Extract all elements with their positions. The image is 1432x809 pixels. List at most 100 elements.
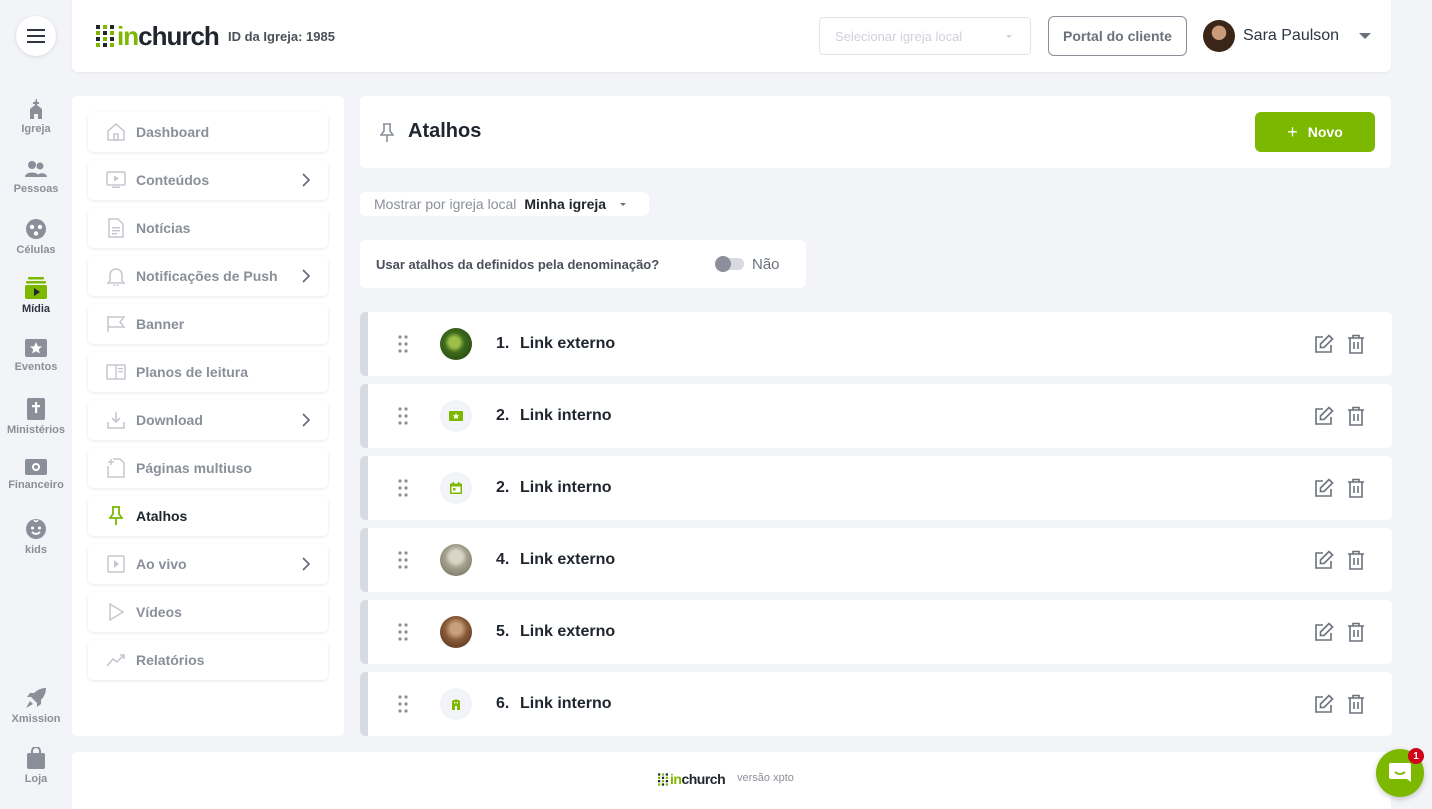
kids-icon: [26, 519, 46, 539]
trash-icon[interactable]: [1347, 406, 1365, 426]
rail-item-loja[interactable]: Loja: [0, 747, 72, 785]
denomination-toggle-switch[interactable]: [715, 256, 744, 272]
client-portal-button[interactable]: Portal do cliente: [1048, 16, 1187, 56]
submenu-item-dashboard[interactable]: Dashboard: [88, 112, 328, 152]
trash-icon[interactable]: [1347, 478, 1365, 498]
rail-item-eventos[interactable]: Eventos: [0, 339, 72, 373]
toggle-knob: [715, 256, 731, 272]
rail-item-igreja[interactable]: Igreja: [0, 99, 72, 135]
drag-handle-icon[interactable]: [398, 407, 408, 425]
caret-down-icon: [620, 202, 627, 206]
trash-icon[interactable]: [1347, 622, 1365, 642]
shortcut-row[interactable]: 2. Link interno: [360, 384, 1392, 448]
chevron-right-icon: [302, 557, 310, 571]
submenu-item-planos-leitura[interactable]: Planos de leitura: [88, 352, 328, 392]
trash-icon[interactable]: [1347, 550, 1365, 570]
rail-item-celulas[interactable]: Células: [0, 218, 72, 256]
submenu-label: Páginas multiuso: [136, 460, 252, 476]
chart-line-icon: [106, 650, 126, 670]
denomination-toggle-card: Usar atalhos da definidos pela denominaç…: [360, 240, 806, 288]
rail-item-midia[interactable]: Mídia: [0, 277, 72, 315]
shortcut-title: Link interno: [520, 407, 612, 424]
drag-handle-icon[interactable]: [398, 695, 408, 713]
rail-item-financeiro[interactable]: Financeiro: [0, 459, 72, 491]
home-icon: [106, 122, 126, 142]
shortcut-row[interactable]: 6. Link interno: [360, 672, 1392, 736]
shortcut-number: 6.: [496, 695, 510, 712]
pin-icon: [106, 506, 126, 526]
church-filter-dropdown[interactable]: Mostrar por igreja local Minha igreja: [360, 192, 649, 216]
footer-logo-wordmark: inchurch: [670, 771, 726, 787]
edit-icon[interactable]: [1314, 334, 1334, 354]
document-icon: [106, 218, 126, 238]
shortcut-row[interactable]: 2. Link interno: [360, 456, 1392, 520]
trash-icon[interactable]: [1347, 334, 1365, 354]
rail-label: Eventos: [14, 361, 58, 373]
user-name: Sara Paulson: [1243, 27, 1340, 44]
submenu-label: Conteúdos: [136, 172, 210, 188]
top-header: inchurch ID da Igreja: 1985 Selecionar i…: [72, 0, 1391, 72]
edit-icon[interactable]: [1314, 694, 1334, 714]
submenu-item-ao-vivo[interactable]: Ao vivo: [88, 544, 328, 584]
submenu-item-noticias[interactable]: Notícias: [88, 208, 328, 248]
church-icon: [30, 99, 42, 119]
edit-icon[interactable]: [1314, 550, 1334, 570]
rail-item-ministerios[interactable]: Ministérios: [0, 398, 72, 436]
drag-handle-icon[interactable]: [398, 623, 408, 641]
rail-item-kids[interactable]: kids: [0, 518, 72, 556]
shortcut-thumbnail: [440, 400, 472, 432]
submenu-item-banner[interactable]: Banner: [88, 304, 328, 344]
shortcut-number: 1.: [496, 335, 510, 352]
book-icon: [106, 362, 126, 382]
submenu-item-notificacoes-push[interactable]: Notificações de Push: [88, 256, 328, 296]
shortcut-row[interactable]: 5. Link externo: [360, 600, 1392, 664]
logo-grid-icon: [658, 772, 668, 786]
submenu-label: Notícias: [136, 220, 191, 236]
submenu-item-download[interactable]: Download: [88, 400, 328, 440]
trash-icon[interactable]: [1347, 694, 1365, 714]
submenu-label: Atalhos: [136, 508, 188, 524]
edit-icon[interactable]: [1314, 622, 1334, 642]
hamburger-icon: [27, 29, 45, 43]
submenu-item-conteudos[interactable]: Conteúdos: [88, 160, 328, 200]
submenu-label: Relatórios: [136, 652, 205, 668]
submenu-label: Dashboard: [136, 124, 210, 140]
submenu-item-atalhos[interactable]: Atalhos: [88, 496, 328, 536]
drag-handle-icon[interactable]: [398, 551, 408, 569]
inchurch-logo[interactable]: inchurch: [96, 23, 220, 49]
shortcut-row[interactable]: 1. Link externo: [360, 312, 1392, 376]
menu-button[interactable]: [16, 16, 56, 56]
rail-item-xmission[interactable]: Xmission: [0, 687, 72, 725]
events-icon: [25, 339, 47, 357]
shortcut-row[interactable]: 4. Link externo: [360, 528, 1392, 592]
submenu-item-videos[interactable]: Vídeos: [88, 592, 328, 632]
chevron-right-icon: [302, 173, 310, 187]
rail-label: Ministérios: [6, 424, 66, 436]
rail-label: Xmission: [11, 713, 61, 725]
chevron-right-icon: [302, 413, 310, 427]
page-header-card: Atalhos + Novo: [360, 96, 1391, 168]
footer: inchurch versão xpto: [72, 752, 1391, 809]
shortcut-title: Link externo: [520, 551, 616, 568]
chat-button[interactable]: 1: [1376, 748, 1424, 797]
edit-icon[interactable]: [1314, 406, 1334, 426]
bell-icon: [106, 266, 126, 286]
rail-item-pessoas[interactable]: Pessoas: [0, 159, 72, 195]
new-shortcut-button[interactable]: + Novo: [1255, 112, 1375, 152]
user-menu[interactable]: Sara Paulson: [1203, 20, 1372, 52]
shortcut-thumbnail: [440, 544, 472, 576]
church-select-placeholder: Selecionar igreja local: [835, 29, 963, 44]
drag-handle-icon[interactable]: [398, 335, 408, 353]
submenu-item-paginas-multiuso[interactable]: Páginas multiuso: [88, 448, 328, 488]
toggle-label: Usar atalhos da definidos pela denominaç…: [376, 256, 660, 272]
shortcut-number: 2.: [496, 479, 510, 496]
footer-logo: inchurch: [658, 771, 726, 787]
plus-icon: +: [1287, 121, 1298, 142]
ministries-icon: [27, 398, 45, 420]
church-select[interactable]: Selecionar igreja local: [819, 17, 1031, 55]
edit-icon[interactable]: [1314, 478, 1334, 498]
drag-handle-icon[interactable]: [398, 479, 408, 497]
caret-down-icon: [1359, 33, 1372, 39]
submenu-item-relatorios[interactable]: Relatórios: [88, 640, 328, 680]
shortcut-number: 2.: [496, 407, 510, 424]
